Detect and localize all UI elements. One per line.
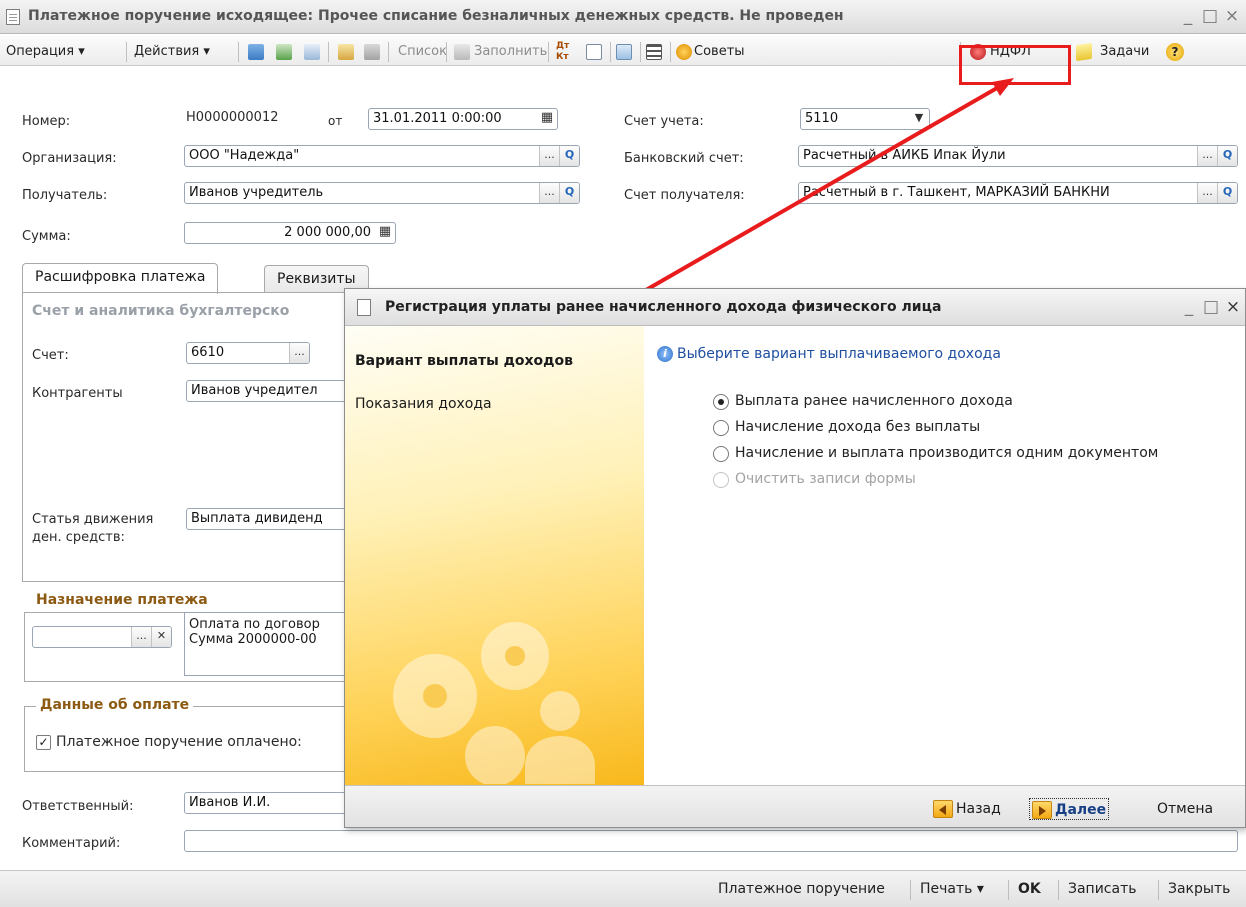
step-income-data[interactable]: Показания дохода — [355, 396, 492, 412]
option-radio-single-document[interactable] — [713, 446, 729, 462]
arrow-left-icon — [933, 800, 953, 818]
dialog-maximize-button[interactable]: □ — [1201, 297, 1221, 317]
document-icon — [357, 299, 371, 316]
info-icon: i — [657, 346, 673, 362]
dialog-close-button[interactable]: × — [1223, 297, 1243, 317]
next-label: Далее — [1055, 802, 1107, 818]
option-radio-clear — [713, 472, 729, 488]
option-label-paid-earlier: Выплата ранее начисленного дохода — [735, 393, 1013, 409]
dialog-button-bar — [345, 785, 1245, 827]
income-payment-dialog: Регистрация уплаты ранее начисленного до… — [344, 288, 1246, 828]
step-payment-variant[interactable]: Вариант выплаты доходов — [355, 353, 573, 369]
dialog-title: Регистрация уплаты ранее начисленного до… — [385, 299, 942, 315]
arrow-line — [645, 82, 1005, 292]
back-label: Назад — [956, 801, 1001, 817]
arrow-right-icon — [1032, 801, 1052, 819]
option-radio-paid-earlier[interactable] — [713, 394, 729, 410]
cancel-button[interactable]: Отмена — [1157, 798, 1213, 820]
option-label-accrual-only: Начисление дохода без выплаты — [735, 419, 981, 435]
dialog-minimize-button[interactable]: _ — [1179, 297, 1199, 317]
option-label-single-document: Начисление и выплата производится одним … — [735, 445, 1159, 461]
back-button[interactable]: Назад — [933, 798, 1001, 820]
arrow-head — [992, 78, 1014, 96]
next-button[interactable]: Далее — [1029, 798, 1110, 820]
wizard-steps-panel: Вариант выплаты доходов Показания дохода — [345, 326, 644, 785]
dialog-titlebar: Регистрация уплаты ранее начисленного до… — [345, 289, 1245, 326]
hint-text: Выберите вариант выплачиваемого дохода — [677, 346, 1001, 362]
option-label-clear: Очистить записи формы — [735, 471, 916, 487]
option-radio-accrual-only[interactable] — [713, 420, 729, 436]
gears-illustration — [393, 622, 595, 784]
